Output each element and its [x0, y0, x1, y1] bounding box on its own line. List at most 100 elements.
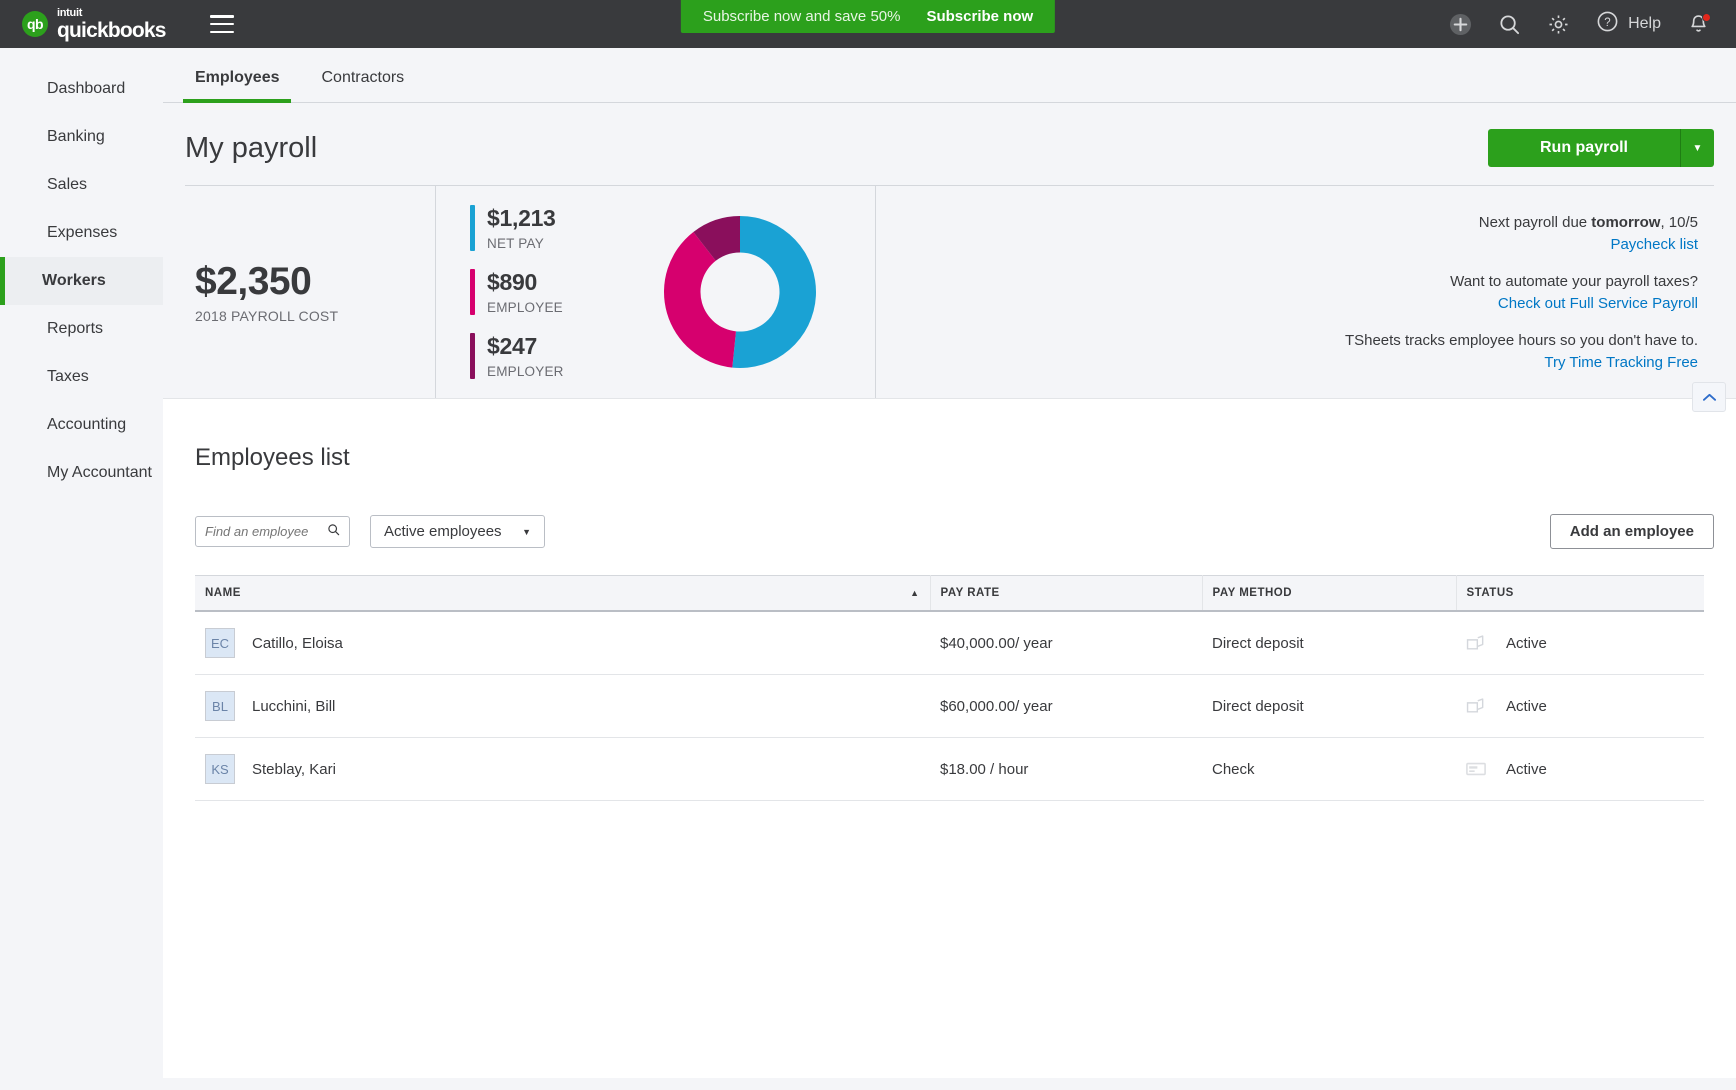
sidebar-item-workers[interactable]: Workers [0, 257, 163, 305]
add-an-employee-button[interactable]: Add an employee [1550, 514, 1714, 549]
employees-list-title: Employees list [185, 399, 1714, 472]
cell-pay-rate: $40,000.00/ year [930, 611, 1202, 675]
sidebar-navigation: Dashboard Banking Sales Expenses Workers… [0, 48, 163, 1090]
time-tracking-link[interactable]: Try Time Tracking Free [1345, 354, 1698, 371]
sidebar-item-reports[interactable]: Reports [0, 305, 163, 353]
sidebar-item-banking[interactable]: Banking [0, 113, 163, 161]
sidebar-item-taxes[interactable]: Taxes [0, 353, 163, 401]
search-input[interactable] [205, 524, 320, 539]
payroll-total-label: 2018 PAYROLL COST [195, 308, 435, 324]
sidebar-item-dashboard[interactable]: Dashboard [0, 65, 163, 113]
sort-ascending-icon: ▲ [910, 588, 919, 598]
employee-filter-dropdown[interactable]: Active employees ▼ [370, 515, 545, 548]
chevron-up-icon[interactable] [1692, 382, 1726, 412]
payroll-total: $2,350 2018 PAYROLL COST [185, 186, 435, 398]
employee-name[interactable]: Lucchini, Bill [252, 698, 335, 715]
plus-icon[interactable] [1449, 13, 1472, 36]
tab-contractors[interactable]: Contractors [309, 69, 416, 103]
sidebar-item-sales[interactable]: Sales [0, 161, 163, 209]
table-row[interactable]: BL Lucchini, Bill $60,000.00/ year Direc… [195, 675, 1704, 738]
legend-color-employee [470, 269, 475, 315]
avatar: EC [205, 628, 235, 658]
legend-label-employer: EMPLOYER [487, 364, 564, 379]
avatar: BL [205, 691, 235, 721]
main-content: Employees Contractors My payroll Run pay… [163, 48, 1736, 1090]
info-tsheets: TSheets tracks employee hours so you don… [1345, 332, 1698, 371]
payroll-summary: $2,350 2018 PAYROLL COST $1,213 NET PAY … [163, 186, 1736, 398]
table-body: EC Catillo, Eloisa $40,000.00/ year Dire… [195, 611, 1704, 801]
column-header-pay-method[interactable]: PAY METHOD [1202, 576, 1456, 612]
column-header-pay-rate[interactable]: PAY RATE [930, 576, 1202, 612]
payroll-info-panel: Next payroll due tomorrow, 10/5 Paycheck… [875, 186, 1714, 398]
run-payroll-button-group: Run payroll ▼ [1488, 129, 1714, 167]
table-header: NAME ▲ PAY RATE PAY METHOD STATUS [195, 576, 1704, 612]
qb-logo-mark: qb [22, 11, 48, 37]
legend-amount-employee: $890 [487, 269, 563, 296]
cell-status: Active [1456, 675, 1704, 738]
cell-name: BL Lucchini, Bill [195, 675, 930, 738]
info-next-payroll: Next payroll due tomorrow, 10/5 Paycheck… [1479, 214, 1698, 253]
quickbooks-logo[interactable]: qb intuit quickbooks [22, 8, 166, 41]
next-payroll-prefix: Next payroll due [1479, 214, 1592, 231]
status-label: Active [1506, 761, 1547, 778]
tab-bar: Employees Contractors [163, 48, 1736, 103]
search-employee-box[interactable] [195, 516, 350, 547]
cell-status: Active [1456, 738, 1704, 801]
legend-color-net-pay [470, 205, 475, 251]
quickbooks-wordmark: quickbooks [57, 20, 166, 41]
next-payroll-date: , 10/5 [1660, 214, 1698, 231]
sidebar-item-my-accountant[interactable]: My Accountant [0, 449, 163, 497]
table-row[interactable]: EC Catillo, Eloisa $40,000.00/ year Dire… [195, 611, 1704, 675]
help-label: Help [1628, 15, 1661, 33]
employees-list-panel: Employees list Active employees ▼ Add an… [163, 398, 1736, 1078]
cell-pay-rate: $60,000.00/ year [930, 675, 1202, 738]
bell-icon[interactable] [1687, 13, 1710, 36]
gear-icon[interactable] [1547, 13, 1570, 36]
full-service-payroll-link[interactable]: Check out Full Service Payroll [1450, 295, 1698, 312]
legend-label-net-pay: NET PAY [487, 236, 556, 251]
legend-item-employer: $247 EMPLOYER [470, 333, 605, 379]
cell-pay-rate: $18.00 / hour [930, 738, 1202, 801]
column-header-status[interactable]: STATUS [1456, 576, 1704, 612]
promo-text: Subscribe now and save 50% [703, 8, 901, 25]
payroll-total-amount: $2,350 [195, 260, 435, 304]
column-header-name[interactable]: NAME ▲ [195, 576, 930, 612]
employee-name[interactable]: Steblay, Kari [252, 761, 336, 778]
hamburger-menu-icon[interactable] [210, 15, 234, 33]
donut-slice-net-pay [732, 216, 816, 368]
cell-pay-method: Direct deposit [1202, 675, 1456, 738]
sidebar-item-accounting[interactable]: Accounting [0, 401, 163, 449]
avatar: KS [205, 754, 235, 784]
employees-table: NAME ▲ PAY RATE PAY METHOD STATUS EC [195, 575, 1704, 801]
status-label: Active [1506, 698, 1547, 715]
legend-amount-net-pay: $1,213 [487, 205, 556, 232]
run-payroll-button[interactable]: Run payroll [1488, 129, 1680, 167]
intuit-wordmark: intuit [57, 8, 166, 19]
direct-deposit-icon [1466, 698, 1488, 714]
filter-selected-value: Active employees [384, 523, 502, 540]
table-row[interactable]: KS Steblay, Kari $18.00 / hour Check [195, 738, 1704, 801]
next-payroll-emphasis: tomorrow [1591, 214, 1660, 231]
legend-item-net-pay: $1,213 NET PAY [470, 205, 605, 251]
payroll-donut-chart [605, 186, 875, 398]
next-payroll-text: Next payroll due tomorrow, 10/5 [1479, 214, 1698, 231]
table-header-row: NAME ▲ PAY RATE PAY METHOD STATUS [195, 576, 1704, 612]
tab-employees[interactable]: Employees [183, 69, 291, 103]
column-label-name: NAME [205, 587, 241, 599]
subscribe-now-button[interactable]: Subscribe now [926, 8, 1033, 25]
sidebar-item-expenses[interactable]: Expenses [0, 209, 163, 257]
status-label: Active [1506, 635, 1547, 652]
legend-color-employer [470, 333, 475, 379]
direct-deposit-icon [1466, 635, 1488, 651]
legend-amount-employer: $247 [487, 333, 564, 360]
legend-label-employee: EMPLOYEE [487, 300, 563, 315]
page-title: My payroll [185, 132, 317, 165]
info-automate-taxes: Want to automate your payroll taxes? Che… [1450, 273, 1698, 312]
help-button[interactable]: ? Help [1596, 10, 1661, 38]
subscribe-promo-banner[interactable]: Subscribe now and save 50% Subscribe now [681, 0, 1055, 33]
search-icon[interactable] [1498, 13, 1521, 36]
legend-item-employee: $890 EMPLOYEE [470, 269, 605, 315]
run-payroll-dropdown-caret-icon[interactable]: ▼ [1680, 129, 1714, 167]
paycheck-list-link[interactable]: Paycheck list [1479, 236, 1698, 253]
employee-name[interactable]: Catillo, Eloisa [252, 635, 343, 652]
